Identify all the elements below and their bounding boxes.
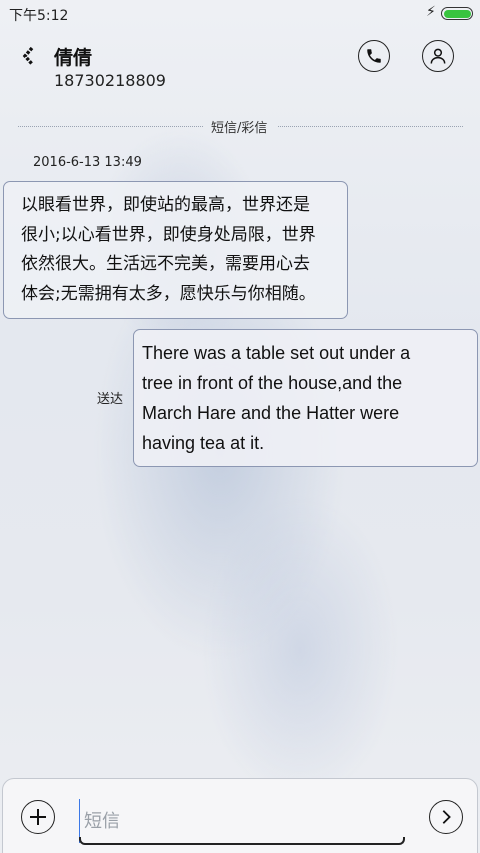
add-attachment-button[interactable] (21, 800, 55, 834)
battery-icon (441, 7, 473, 20)
message-composer (2, 778, 478, 853)
plus-circle-icon (30, 809, 46, 825)
send-button[interactable] (429, 800, 463, 834)
message-line: 很小;以心看世界，即使身处局限，世界 (21, 224, 316, 245)
delivery-status: 送达 (97, 392, 124, 407)
back-button[interactable] (18, 44, 42, 68)
message-line: tree in front of the house,and the (142, 373, 403, 393)
bolt-icon: ⚡ (426, 4, 436, 20)
status-time: 下午5:12 (9, 8, 69, 24)
message-line: 体会;无需拥有太多，愿快乐与你相随。 (21, 283, 316, 304)
chevron-left-icon (22, 46, 34, 66)
channel-divider: 短信/彩信 (18, 117, 463, 137)
incoming-message-bubble[interactable]: 以眼看世界，即使站的最高，世界还是 很小;以心看世界，即使身处局限，世界 依然很… (3, 181, 348, 319)
message-line: March Hare and the Hatter were (142, 403, 400, 423)
message-line: 依然很大。生活远不完美，需要用心去 (21, 254, 310, 274)
conversation-header: 倩倩 18730218809 (0, 28, 480, 108)
person-icon (430, 48, 446, 64)
message-line: having tea at it. (142, 433, 265, 453)
message-line: There was a table set out under a (142, 343, 411, 363)
message-line: 以眼看世界，即使站的最高，世界还是 (21, 195, 310, 215)
call-button[interactable] (358, 40, 390, 72)
divider-line-left (18, 126, 203, 127)
channel-label: 短信/彩信 (211, 121, 268, 136)
outgoing-message-bubble[interactable]: There was a table set out under a tree i… (133, 329, 478, 467)
input-underline (79, 837, 405, 845)
battery-fill (443, 9, 471, 18)
message-timestamp: 2016-6-13 13:49 (33, 155, 142, 170)
chevron-right-circle-icon (442, 810, 451, 824)
phone-icon (367, 49, 381, 63)
divider-line-right (278, 126, 463, 127)
contact-profile-button[interactable] (422, 40, 454, 72)
status-bar: 下午5:12 ⚡ (0, 0, 480, 28)
contact-name: 倩倩 (54, 47, 93, 69)
contact-phone: 18730218809 (54, 71, 166, 90)
